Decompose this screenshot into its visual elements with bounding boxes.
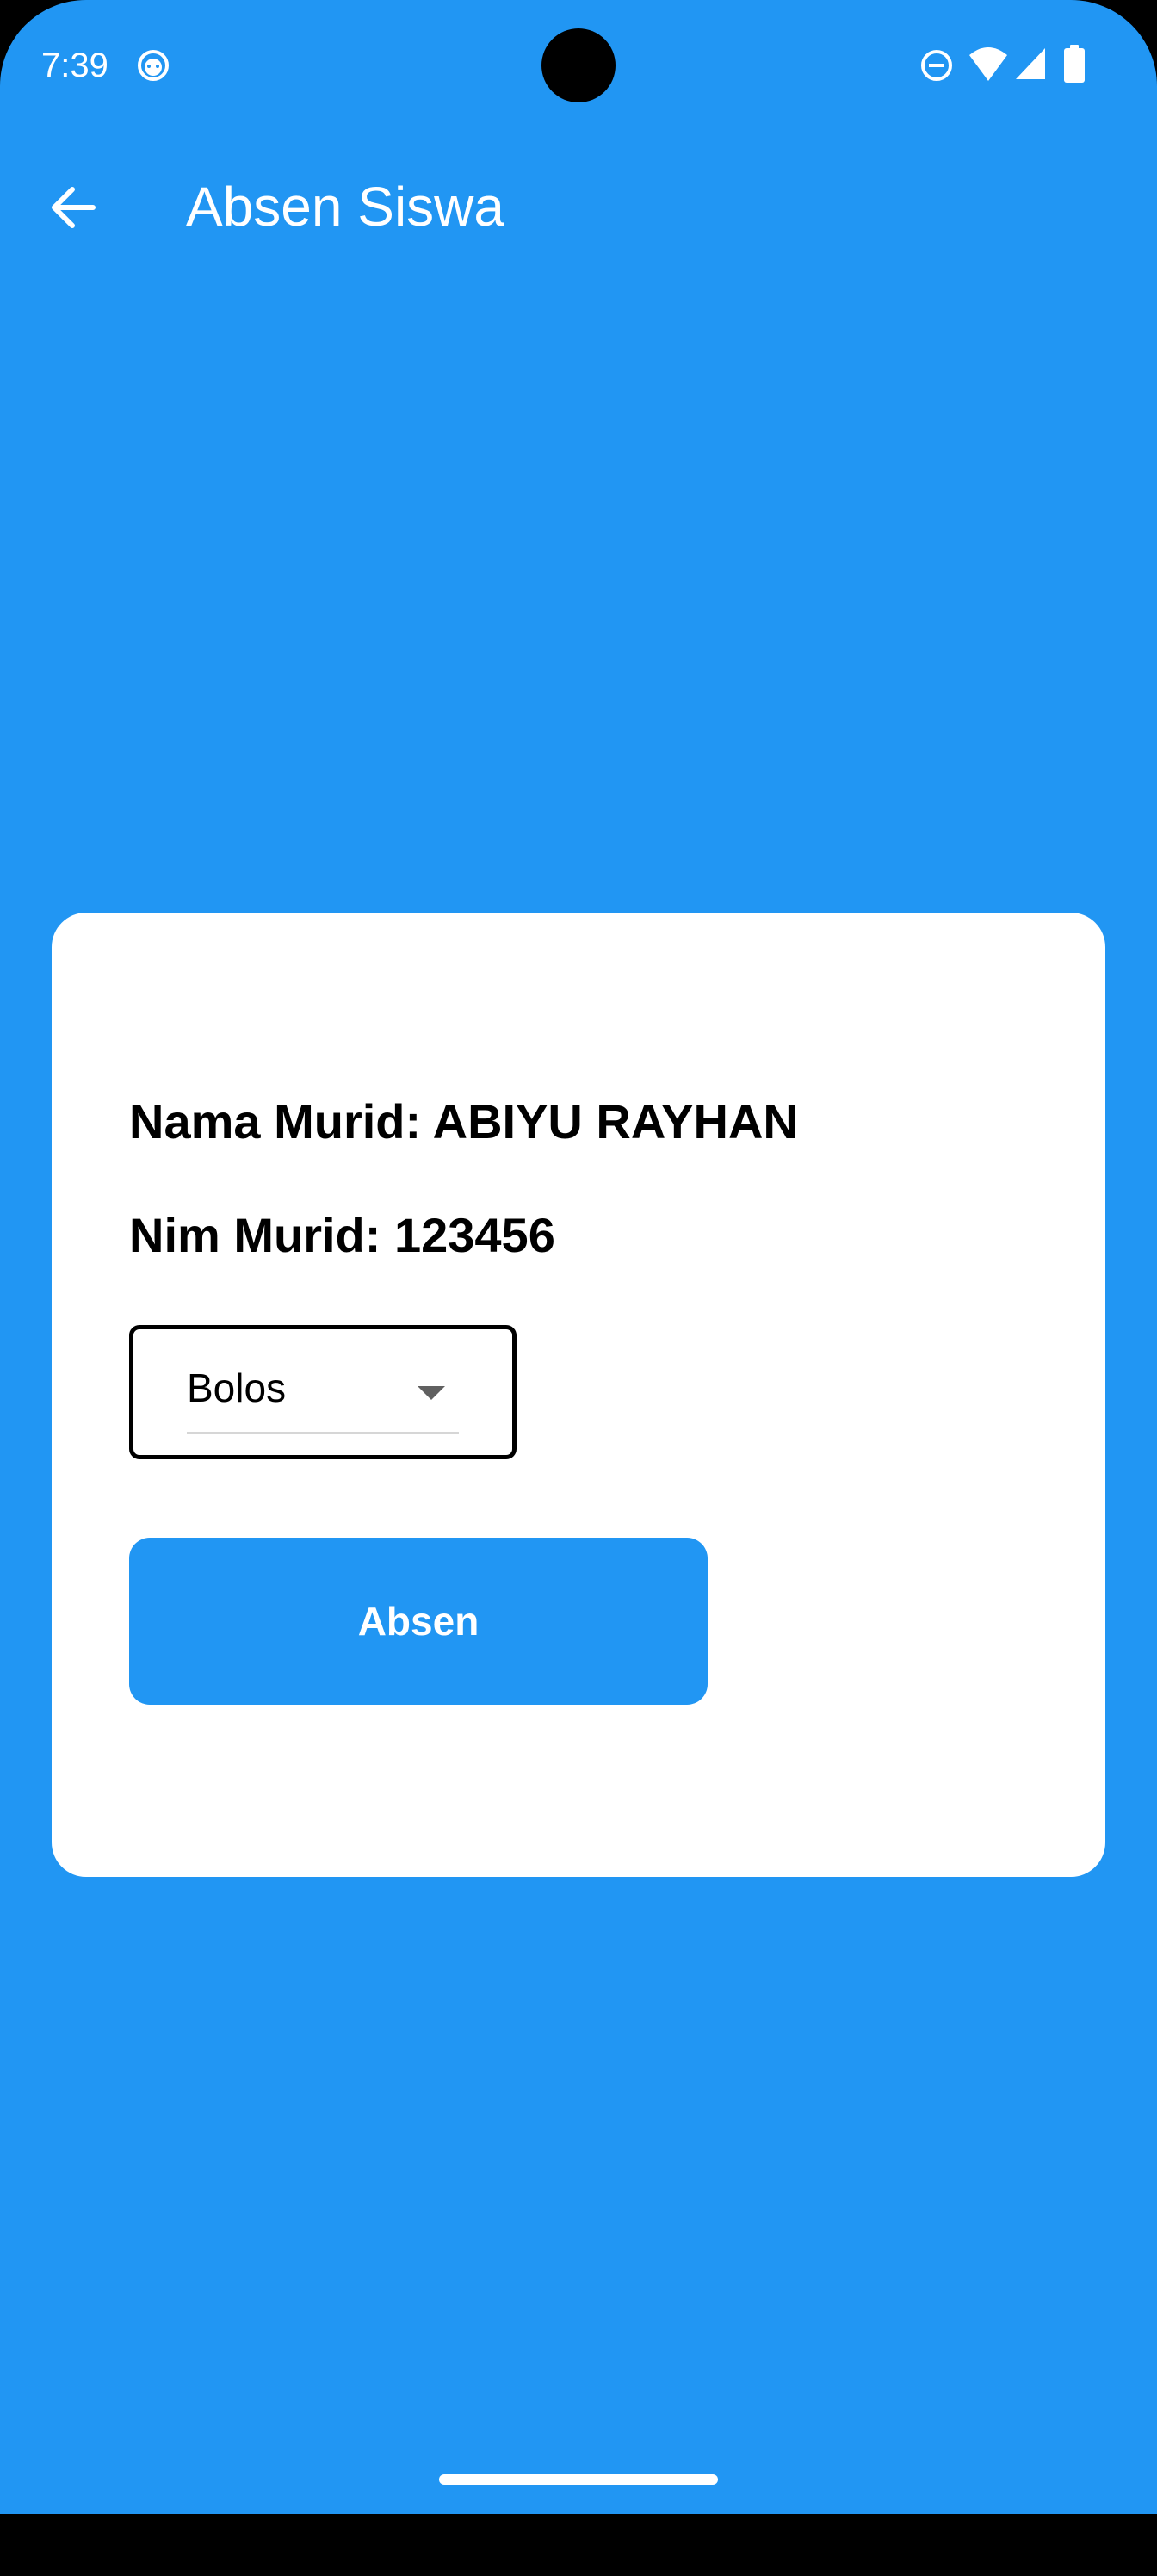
student-name-label: Nama Murid: ABIYU RAYHAN bbox=[129, 1094, 798, 1149]
attendance-status-dropdown[interactable]: Bolos bbox=[129, 1325, 517, 1459]
absen-button[interactable]: Absen bbox=[129, 1538, 708, 1705]
cell-signal-icon bbox=[1016, 48, 1045, 79]
dropdown-selected-value: Bolos bbox=[187, 1365, 287, 1410]
back-button[interactable] bbox=[38, 172, 108, 243]
attendance-card: Nama Murid: ABIYU RAYHAN Nim Murid: 1234… bbox=[52, 913, 1105, 1877]
navigation-bar bbox=[0, 2514, 1157, 2576]
app-screen: 7:39 Absen Siswa Nama Murid: ABIYU RAYHA… bbox=[0, 0, 1157, 2514]
do-not-disturb-icon bbox=[921, 50, 952, 81]
gesture-handle[interactable] bbox=[439, 2474, 718, 2485]
student-nim-label: Nim Murid: 123456 bbox=[129, 1208, 555, 1262]
chevron-down-icon bbox=[418, 1386, 445, 1400]
dropdown-underline bbox=[187, 1432, 459, 1434]
page-title: Absen Siswa bbox=[186, 176, 504, 238]
wifi-icon bbox=[969, 47, 1007, 81]
app-bar: Absen Siswa bbox=[0, 129, 1157, 276]
camera-cutout bbox=[541, 28, 616, 102]
battery-icon bbox=[1064, 45, 1085, 83]
status-time: 7:39 bbox=[41, 46, 108, 84]
arrow-back-icon bbox=[52, 187, 96, 228]
status-bar: 7:39 bbox=[0, 0, 1157, 129]
android-debug-icon bbox=[138, 50, 169, 81]
